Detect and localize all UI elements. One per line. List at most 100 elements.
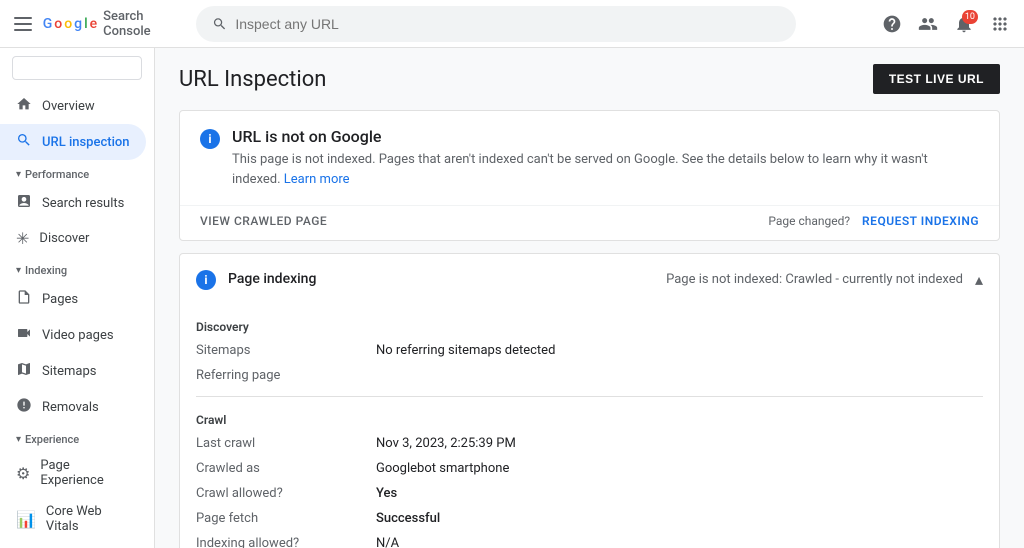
alert-card: i URL is not on Google This page is not … xyxy=(179,110,1000,241)
detail-card-status: Page is not indexed: Crawled - currently… xyxy=(666,272,963,287)
sidebar-search-container xyxy=(0,48,154,88)
divider-1 xyxy=(196,396,983,397)
label-page-fetch: Page fetch xyxy=(196,511,376,526)
google-logo: Google Search Console xyxy=(43,9,188,39)
page-header: URL Inspection TEST LIVE URL xyxy=(179,64,1000,94)
sidebar-search-input[interactable] xyxy=(12,56,142,80)
chevron-icon-3: ▾ xyxy=(16,434,21,445)
search-bar[interactable] xyxy=(196,6,796,42)
row-page-fetch: Page fetch Successful xyxy=(196,506,983,531)
sidebar-item-video-pages[interactable]: Video pages xyxy=(0,317,146,353)
value-crawl-allowed: Yes xyxy=(376,486,397,501)
sidebar-section-label-experience: Experience xyxy=(25,433,79,446)
notification-badge: 10 xyxy=(962,10,978,24)
topbar: Google Search Console 10 xyxy=(0,0,1024,48)
hamburger-icon[interactable] xyxy=(8,8,39,40)
sidebar-label-page-experience: Page Experience xyxy=(40,458,130,488)
collapse-icon[interactable]: ▴ xyxy=(975,270,983,289)
chevron-icon-2: ▾ xyxy=(16,265,21,276)
learn-more-link[interactable]: Learn more xyxy=(284,172,350,187)
removals-icon xyxy=(16,397,32,417)
sidebar-item-search-results[interactable]: Search results xyxy=(0,185,146,221)
value-crawled-as: Googlebot smartphone xyxy=(376,461,509,476)
sitemaps-icon xyxy=(16,361,32,381)
sidebar-label-overview: Overview xyxy=(42,99,95,114)
sidebar-item-page-experience[interactable]: ⚙ Page Experience xyxy=(0,450,146,496)
sidebar-item-overview[interactable]: Overview xyxy=(0,88,146,124)
sidebar-section-label-indexing: Indexing xyxy=(25,264,67,277)
label-indexing-allowed: Indexing allowed? xyxy=(196,536,376,548)
row-last-crawl: Last crawl Nov 3, 2023, 2:25:39 PM xyxy=(196,431,983,456)
alert-action-right: Page changed? REQUEST INDEXING xyxy=(768,214,979,228)
alert-description: This page is not indexed. Pages that are… xyxy=(232,150,979,189)
test-live-url-button[interactable]: TEST LIVE URL xyxy=(873,64,1000,94)
alert-action-left: VIEW CRAWLED PAGE xyxy=(200,214,327,228)
page-experience-icon: ⚙ xyxy=(16,464,30,483)
search-input[interactable] xyxy=(235,16,780,32)
main-layout: Overview URL inspection ▾ Performance Se… xyxy=(0,48,1024,548)
page-changed-label: Page changed? xyxy=(768,214,850,228)
detail-card-body: Discovery Sitemaps No referring sitemaps… xyxy=(180,304,999,548)
alert-content: URL is not on Google This page is not in… xyxy=(232,127,979,189)
sidebar-label-discover: Discover xyxy=(39,231,89,246)
value-page-fetch: Successful xyxy=(376,511,440,526)
row-indexing-allowed: Indexing allowed? N/A xyxy=(196,531,983,548)
core-web-vitals-icon: 📊 xyxy=(16,510,36,529)
value-last-crawl: Nov 3, 2023, 2:25:39 PM xyxy=(376,436,516,451)
row-crawl-allowed: Crawl allowed? Yes xyxy=(196,481,983,506)
help-icon[interactable] xyxy=(876,8,908,40)
page-title: URL Inspection xyxy=(179,67,326,92)
sidebar: Overview URL inspection ▾ Performance Se… xyxy=(0,48,155,548)
search-results-icon xyxy=(16,193,32,213)
label-referring-page: Referring page xyxy=(196,368,376,383)
sidebar-section-performance: ▾ Performance xyxy=(0,160,154,185)
alert-info-icon: i xyxy=(200,129,220,149)
sidebar-item-mobile-usability[interactable]: 📱 Mobile Usability xyxy=(0,542,146,548)
search-icon xyxy=(212,16,227,32)
sidebar-item-core-web-vitals[interactable]: 📊 Core Web Vitals xyxy=(0,496,146,542)
video-icon xyxy=(16,325,32,345)
alert-actions: VIEW CRAWLED PAGE Page changed? REQUEST … xyxy=(180,205,999,240)
app-title: Search Console xyxy=(103,9,188,39)
apps-icon[interactable] xyxy=(984,8,1016,40)
label-sitemaps: Sitemaps xyxy=(196,343,376,358)
sidebar-item-pages[interactable]: Pages xyxy=(0,281,146,317)
alert-title: URL is not on Google xyxy=(232,127,979,146)
label-last-crawl: Last crawl xyxy=(196,436,376,451)
sidebar-label-core-web-vitals: Core Web Vitals xyxy=(46,504,130,534)
view-crawled-page-link[interactable]: VIEW CRAWLED PAGE xyxy=(200,214,327,228)
account-icon[interactable] xyxy=(912,8,944,40)
content-area: URL Inspection TEST LIVE URL i URL is no… xyxy=(155,48,1024,548)
sidebar-label-sitemaps: Sitemaps xyxy=(42,364,97,379)
sidebar-label-pages: Pages xyxy=(42,292,78,307)
alert-header: i URL is not on Google This page is not … xyxy=(180,111,999,197)
search-sidebar-icon xyxy=(16,132,32,152)
home-icon xyxy=(16,96,32,116)
label-crawled-as: Crawled as xyxy=(196,461,376,476)
detail-header-right: Page is not indexed: Crawled - currently… xyxy=(666,270,983,289)
sidebar-item-sitemaps[interactable]: Sitemaps xyxy=(0,353,146,389)
sidebar-label-url-inspection: URL inspection xyxy=(42,135,130,150)
value-sitemaps: No referring sitemaps detected xyxy=(376,343,555,358)
chevron-icon: ▾ xyxy=(16,169,21,180)
sidebar-item-url-inspection[interactable]: URL inspection xyxy=(0,124,146,160)
notification-icon[interactable]: 10 xyxy=(948,8,980,40)
detail-card: i Page indexing Page is not indexed: Cra… xyxy=(179,253,1000,548)
pages-icon xyxy=(16,289,32,309)
detail-info-icon: i xyxy=(196,270,216,290)
crawl-section-header: Crawl xyxy=(196,405,983,431)
sidebar-label-search-results: Search results xyxy=(42,196,124,211)
row-sitemaps: Sitemaps No referring sitemaps detected xyxy=(196,338,983,363)
topbar-left: Google Search Console xyxy=(8,8,188,40)
row-crawled-as: Crawled as Googlebot smartphone xyxy=(196,456,983,481)
discover-icon: ✳ xyxy=(16,229,29,248)
label-crawl-allowed: Crawl allowed? xyxy=(196,486,376,501)
request-indexing-link[interactable]: REQUEST INDEXING xyxy=(862,214,979,228)
detail-card-header[interactable]: i Page indexing Page is not indexed: Cra… xyxy=(180,254,999,304)
sidebar-label-removals: Removals xyxy=(42,400,99,415)
sidebar-item-removals[interactable]: Removals xyxy=(0,389,146,425)
row-referring-page: Referring page xyxy=(196,363,983,388)
sidebar-item-discover[interactable]: ✳ Discover xyxy=(0,221,146,256)
sidebar-label-video-pages: Video pages xyxy=(42,328,114,343)
sidebar-section-experience: ▾ Experience xyxy=(0,425,154,450)
